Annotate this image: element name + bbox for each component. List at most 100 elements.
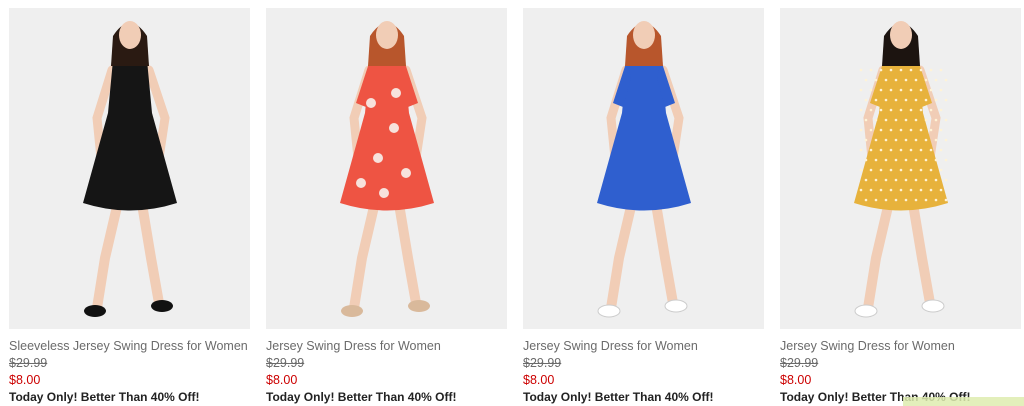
product-card[interactable]: Jersey Swing Dress for Women $29.99 $8.0…	[780, 0, 1021, 406]
original-price: $29.99	[523, 356, 562, 370]
floral-print	[391, 88, 401, 98]
polka-dot	[899, 68, 903, 72]
polka-dot	[859, 188, 863, 192]
polka-dot	[874, 118, 878, 122]
polka-dot	[884, 178, 888, 182]
polka-dot	[909, 188, 913, 192]
polka-dot	[884, 118, 888, 122]
floral-print	[379, 188, 389, 198]
polka-dot	[939, 168, 943, 172]
product-card[interactable]: Jersey Swing Dress for Women $29.99 $8.0…	[523, 0, 764, 406]
polka-dot	[929, 88, 933, 92]
polka-dot	[939, 68, 943, 72]
polka-dot	[924, 98, 928, 102]
polka-dot	[904, 138, 908, 142]
polka-dot	[924, 138, 928, 142]
product-title[interactable]: Sleeveless Jersey Swing Dress for Women	[9, 339, 248, 353]
product-image[interactable]	[780, 8, 1021, 329]
shoe	[84, 305, 106, 317]
polka-dot	[939, 128, 943, 132]
original-price: $29.99	[266, 356, 305, 370]
product-card[interactable]: Jersey Swing Dress for Women $29.99 $8.0…	[266, 0, 507, 406]
polka-dot	[899, 188, 903, 192]
original-price: $29.99	[9, 356, 48, 370]
polka-dot	[899, 128, 903, 132]
polka-dot	[879, 68, 883, 72]
polka-dot	[889, 88, 893, 92]
polka-dot	[919, 188, 923, 192]
polka-dot	[859, 168, 863, 172]
polka-dot	[894, 198, 898, 202]
product-card[interactable]: Sleeveless Jersey Swing Dress for Women …	[9, 0, 250, 406]
product-image[interactable]	[523, 8, 764, 329]
promo-text: Today Only! Better Than 40% Off!	[266, 390, 457, 404]
polka-dot	[904, 118, 908, 122]
model-photo	[523, 8, 764, 329]
polka-dot	[864, 98, 868, 102]
product-title[interactable]: Jersey Swing Dress for Women	[266, 339, 441, 353]
polka-dot	[919, 168, 923, 172]
model-photo	[780, 8, 1021, 329]
polka-dot	[884, 198, 888, 202]
polka-dot	[904, 198, 908, 202]
floral-print	[356, 178, 366, 188]
original-price: $29.99	[780, 356, 819, 370]
product-title[interactable]: Jersey Swing Dress for Women	[780, 339, 955, 353]
shoe	[408, 300, 430, 312]
polka-dot	[879, 188, 883, 192]
polka-dot	[869, 148, 873, 152]
polka-dot	[924, 178, 928, 182]
polka-dot	[924, 118, 928, 122]
polka-dot	[874, 158, 878, 162]
face	[633, 21, 655, 49]
polka-dot	[924, 78, 928, 82]
product-image[interactable]	[9, 8, 250, 329]
product-image[interactable]	[266, 8, 507, 329]
polka-dot	[939, 188, 943, 192]
polka-dot	[884, 98, 888, 102]
polka-dot	[894, 158, 898, 162]
polka-dot	[914, 138, 918, 142]
face	[119, 21, 141, 49]
polka-dot	[889, 188, 893, 192]
polka-dot	[864, 138, 868, 142]
feedback-tab[interactable]	[903, 397, 1024, 406]
polka-dot	[904, 78, 908, 82]
polka-dot	[869, 88, 873, 92]
polka-dot	[884, 138, 888, 142]
shoe	[921, 299, 945, 313]
polka-dot	[919, 108, 923, 112]
polka-dot	[929, 68, 933, 72]
polka-dot	[879, 88, 883, 92]
polka-dot	[914, 158, 918, 162]
polka-dot	[894, 118, 898, 122]
shoe	[854, 304, 878, 318]
polka-dot	[929, 168, 933, 172]
polka-dot	[944, 158, 948, 162]
polka-dot	[869, 108, 873, 112]
polka-dot	[934, 158, 938, 162]
polka-dot	[869, 188, 873, 192]
promo-text: Today Only! Better Than 40% Off!	[9, 390, 200, 404]
polka-dot	[944, 198, 948, 202]
polka-dot	[909, 108, 913, 112]
polka-dot	[874, 78, 878, 82]
polka-dot	[944, 178, 948, 182]
polka-dot	[894, 98, 898, 102]
floral-print	[373, 153, 383, 163]
polka-dot	[889, 108, 893, 112]
polka-dot	[859, 88, 863, 92]
polka-dot	[874, 178, 878, 182]
polka-dot	[914, 198, 918, 202]
product-title[interactable]: Jersey Swing Dress for Women	[523, 339, 698, 353]
shoe	[664, 299, 688, 313]
polka-dot	[924, 158, 928, 162]
polka-dot	[859, 68, 863, 72]
polka-dot	[874, 98, 878, 102]
shoe	[597, 304, 621, 318]
polka-dot	[899, 168, 903, 172]
polka-dot	[934, 78, 938, 82]
polka-dot	[889, 68, 893, 72]
polka-dot	[879, 148, 883, 152]
polka-dot	[939, 148, 943, 152]
